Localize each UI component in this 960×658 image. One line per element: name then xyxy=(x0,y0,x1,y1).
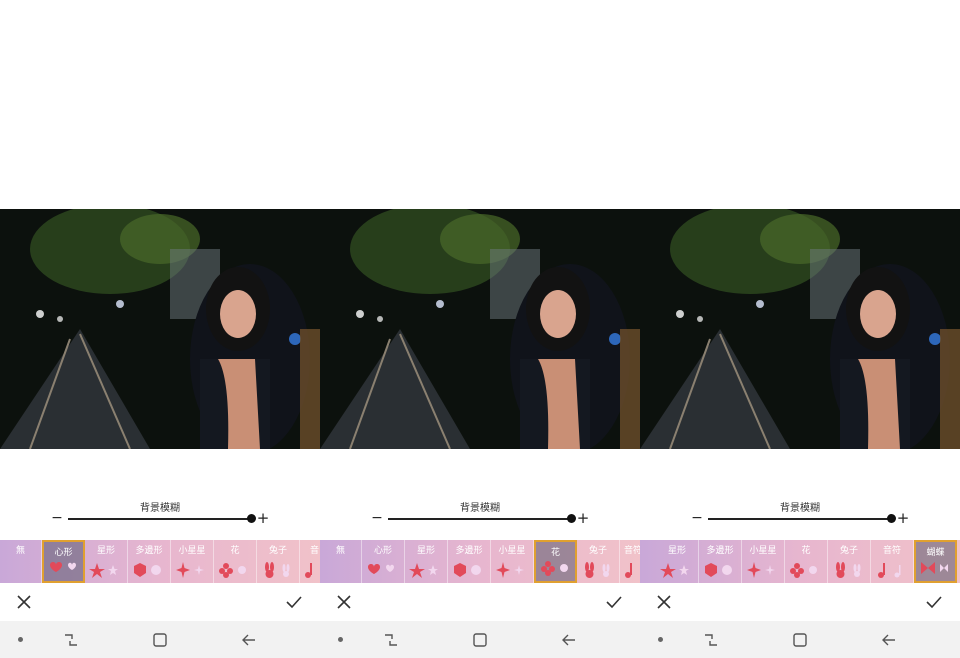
recent-apps-icon[interactable] xyxy=(62,631,80,649)
flower-icon xyxy=(790,563,817,578)
bokeh-shape-strip: 無 心形 星形 多邊形 小星星 花 兔子 音 xyxy=(0,540,320,583)
star-icon xyxy=(660,563,689,578)
close-icon[interactable] xyxy=(654,592,674,612)
slider-minus-icon[interactable]: − xyxy=(51,510,63,526)
blur-slider-thumb[interactable] xyxy=(247,514,256,523)
action-bar xyxy=(640,583,960,621)
star-icon xyxy=(409,563,438,578)
blur-slider-label: 背景模糊 xyxy=(460,503,500,514)
slider-minus-icon[interactable]: − xyxy=(371,510,383,526)
blur-slider-thumb[interactable] xyxy=(567,514,576,523)
bokeh-shape-strip: 星形 多邊形 小星星 花 兔子 音符 蝴蝶 xyxy=(640,540,960,583)
slider-minus-icon[interactable]: − xyxy=(691,510,703,526)
music-note-icon xyxy=(305,563,312,578)
shape-tile-polygon[interactable]: 多邊形 xyxy=(699,540,742,583)
shape-tile-note[interactable]: 音符 xyxy=(620,540,640,583)
shape-tile-note[interactable]: 音 xyxy=(300,540,320,583)
bokeh-shape-strip: 無 心形 星形 多邊形 小星星 花 兔子 音符 xyxy=(320,540,640,583)
sparkle-icon xyxy=(496,562,524,578)
shape-tile-small-star[interactable]: 小星星 xyxy=(491,540,534,583)
back-icon[interactable] xyxy=(560,631,578,649)
rabbit-icon xyxy=(585,562,610,578)
back-icon[interactable] xyxy=(240,631,258,649)
editor-panel-2: 背景模糊 − + 無 心形 星形 多邊形 小星星 花 兔子 音符 xyxy=(320,0,640,658)
blur-slider-thumb[interactable] xyxy=(887,514,896,523)
close-icon[interactable] xyxy=(14,592,34,612)
home-icon[interactable] xyxy=(791,631,809,649)
flower-icon xyxy=(541,561,568,576)
check-icon[interactable] xyxy=(604,592,624,612)
shape-tile-star[interactable]: 星形 xyxy=(405,540,448,583)
butterfly-icon xyxy=(921,562,948,574)
dot-icon[interactable] xyxy=(18,637,23,642)
blur-slider-track[interactable] xyxy=(708,518,893,520)
rabbit-icon xyxy=(265,562,290,578)
blur-slider-track[interactable] xyxy=(68,518,253,520)
recent-apps-icon[interactable] xyxy=(382,631,400,649)
system-nav-bar xyxy=(640,621,960,658)
heart-icon xyxy=(50,562,76,572)
action-bar xyxy=(320,583,640,621)
shape-tile-polygon[interactable]: 多邊形 xyxy=(448,540,491,583)
blur-slider-track[interactable] xyxy=(388,518,573,520)
dot-icon[interactable] xyxy=(338,637,343,642)
editor-panel-3: 背景模糊 − + 星形 多邊形 小星星 花 兔子 音符 蝴蝶 xyxy=(640,0,960,658)
home-icon[interactable] xyxy=(471,631,489,649)
check-icon[interactable] xyxy=(924,592,944,612)
shape-tile-heart[interactable]: 心形 xyxy=(42,540,85,583)
shape-tile-flower[interactable]: 花 xyxy=(214,540,257,583)
shape-tile-heart[interactable]: 心形 xyxy=(362,540,405,583)
shape-tile-flower[interactable]: 花 xyxy=(785,540,828,583)
editor-panel-1: 背景模糊 − + 無 心形 星形 多邊形 小星星 花 兔子 音 xyxy=(0,0,320,658)
blur-slider-label: 背景模糊 xyxy=(140,503,180,514)
shape-tile-small-star[interactable]: 小星星 xyxy=(171,540,214,583)
rabbit-icon xyxy=(836,562,861,578)
shape-tile-butterfly[interactable]: 蝴蝶 xyxy=(914,540,957,583)
photo-preview xyxy=(0,209,320,449)
shape-tile-rabbit[interactable]: 兔子 xyxy=(257,540,300,583)
shape-tile-flower[interactable]: 花 xyxy=(534,540,577,583)
star-icon xyxy=(89,563,118,578)
system-nav-bar xyxy=(320,621,640,658)
recent-apps-icon[interactable] xyxy=(702,631,720,649)
slider-plus-icon[interactable]: + xyxy=(256,510,270,526)
shape-tile-star[interactable]: 星形 xyxy=(85,540,128,583)
system-nav-bar xyxy=(0,621,320,658)
polygon-icon xyxy=(134,563,161,577)
dot-icon[interactable] xyxy=(658,637,663,642)
close-icon[interactable] xyxy=(334,592,354,612)
shape-tile-rabbit[interactable]: 兔子 xyxy=(828,540,871,583)
sparkle-icon xyxy=(176,562,204,578)
polygon-icon xyxy=(454,563,481,577)
flower-icon xyxy=(219,563,246,578)
check-icon[interactable] xyxy=(284,592,304,612)
polygon-icon xyxy=(705,563,732,577)
photo-preview xyxy=(320,209,640,449)
music-note-icon xyxy=(625,563,632,578)
sparkle-icon xyxy=(747,562,775,578)
slider-plus-icon[interactable]: + xyxy=(896,510,910,526)
shape-tile-star[interactable]: 星形 xyxy=(656,540,699,583)
shape-tile-polygon[interactable]: 多邊形 xyxy=(128,540,171,583)
shape-tile-note[interactable]: 音符 xyxy=(871,540,914,583)
slider-plus-icon[interactable]: + xyxy=(576,510,590,526)
heart-icon xyxy=(368,564,394,574)
shape-tile-none[interactable]: 無 xyxy=(0,540,42,583)
home-icon[interactable] xyxy=(151,631,169,649)
action-bar xyxy=(0,583,320,621)
back-icon[interactable] xyxy=(880,631,898,649)
blur-slider-label: 背景模糊 xyxy=(780,503,820,514)
shape-tile-none[interactable]: 無 xyxy=(320,540,362,583)
shape-tile-small-star[interactable]: 小星星 xyxy=(742,540,785,583)
shape-tile-rabbit[interactable]: 兔子 xyxy=(577,540,620,583)
photo-preview xyxy=(640,209,960,449)
music-note-icon xyxy=(878,563,901,578)
